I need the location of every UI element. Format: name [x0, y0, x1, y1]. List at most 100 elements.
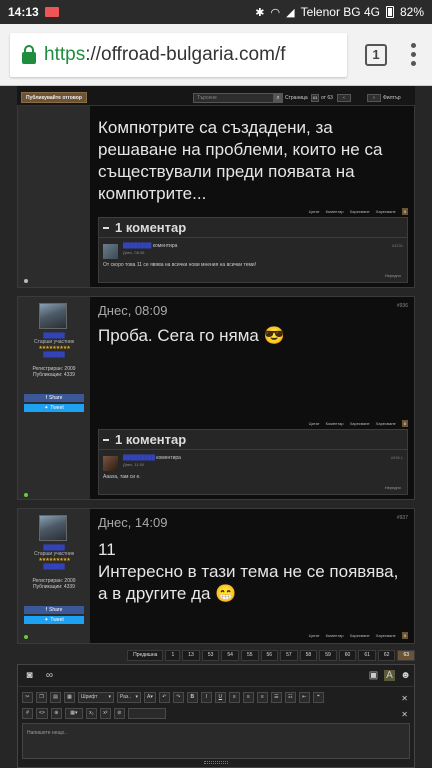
comments-header[interactable]: 1 коментар [99, 430, 407, 450]
like-button[interactable]: Харесване [376, 633, 396, 638]
wifi-icon: ◠ [270, 6, 281, 19]
comment-author[interactable]: ████████ коментира [123, 243, 177, 249]
lock-icon[interactable]: ▣ [368, 670, 379, 681]
copy-icon[interactable]: ❐ [36, 691, 47, 703]
url-text[interactable]: https://offroad-bulgaria.com/f [44, 44, 286, 66]
outdent-icon[interactable]: ⇤ [298, 691, 310, 703]
paste-icon[interactable]: ▤ [50, 691, 61, 703]
pager-page[interactable]: 56 [260, 650, 279, 661]
rank-stars: ★★★★★★★★★ [38, 345, 70, 351]
pager-page[interactable]: 61 [358, 650, 376, 661]
pager-page[interactable]: 54 [221, 650, 239, 661]
tab-switcher-button[interactable]: 1 [365, 43, 387, 66]
hashtag-icon[interactable]: # [22, 707, 33, 719]
extra-dropdown[interactable] [127, 707, 166, 719]
user-avatar[interactable] [39, 515, 67, 541]
undo-icon[interactable]: ↶ [158, 691, 170, 703]
search-icon[interactable]: ⌕ [273, 93, 283, 103]
link-icon[interactable]: ⊕ [50, 707, 62, 719]
user-avatar[interactable] [39, 303, 67, 329]
paste-text-icon[interactable]: ▦ [64, 691, 75, 703]
report-button[interactable]: Нередно [385, 273, 401, 278]
like-count: 0 [401, 419, 408, 427]
quote-button[interactable]: Цитат [309, 633, 320, 638]
next-page-button[interactable]: › [367, 94, 381, 102]
subscript-icon[interactable]: x₂ [85, 707, 97, 719]
table-icon[interactable]: ▦▾ [64, 707, 83, 719]
like-button[interactable]: Харесване [376, 209, 396, 214]
comment-button[interactable]: Коментар [326, 209, 344, 214]
page-number-input[interactable]: 63 [311, 94, 319, 102]
pager-page[interactable]: 13 [182, 650, 200, 661]
twitter-tweet-button[interactable]: ✦ Tweet [24, 616, 84, 624]
twitter-tweet-button[interactable]: ✦ Tweet [24, 404, 84, 412]
comment-button[interactable]: Коментар [326, 633, 344, 638]
facebook-share-button[interactable]: f Share [24, 394, 84, 402]
resize-handle[interactable] [204, 761, 228, 764]
pager-current-page[interactable]: 63 [397, 650, 415, 661]
emoji-icon[interactable]: ☻ [400, 670, 411, 681]
post-number[interactable]: #937 [397, 515, 408, 521]
pager-page[interactable]: 55 [240, 650, 259, 661]
comment-button[interactable]: Коментар [326, 421, 344, 426]
close-icon[interactable]: ✕ [401, 710, 408, 719]
italic-icon[interactable]: I [200, 691, 212, 703]
user-posts: Публикации: 4339 [33, 372, 75, 378]
align-center-icon[interactable]: ≡ [242, 691, 254, 703]
link-icon[interactable]: ∞ [44, 670, 55, 681]
pager-page[interactable]: 57 [280, 650, 298, 661]
comments-box: 1 коментар ████████ коментира Днес, 08:3… [98, 217, 408, 283]
underline-icon[interactable]: U [214, 691, 226, 703]
numbered-list-icon[interactable]: ☰ [270, 691, 282, 703]
align-right-icon[interactable]: ≡ [256, 691, 268, 703]
camera-icon[interactable]: ◙ [24, 670, 35, 681]
comment-author[interactable]: █████████ коментира [123, 455, 181, 461]
pager-prev-button[interactable]: Предишна [127, 650, 164, 661]
reply-editor: ◙ ∞ ▣ A ☻ ✂ ❐ ▤ ▦ Шрифт ▾ Раз.. ▾ A▾ ↶ ↷ B… [17, 664, 415, 768]
search-input[interactable]: Търсене [193, 93, 275, 103]
post-number[interactable]: #936 [397, 303, 408, 309]
facebook-share-button[interactable]: f Share [24, 606, 84, 614]
like-button[interactable]: Харесване [376, 421, 396, 426]
thanks-button[interactable]: Харесване [350, 633, 370, 638]
thanks-button[interactable]: Харесване [350, 209, 370, 214]
align-left-icon[interactable]: ≡ [228, 691, 240, 703]
close-icon[interactable]: ✕ [401, 694, 408, 703]
pager-page[interactable]: 60 [338, 650, 357, 661]
pager-page[interactable]: 53 [201, 650, 220, 661]
report-button[interactable]: Нередно [385, 485, 401, 490]
cut-icon[interactable]: ✂ [22, 691, 33, 703]
thanks-button[interactable]: Харесване [350, 421, 370, 426]
comment-number[interactable]: #3231 [392, 243, 403, 248]
reply-textarea[interactable]: Напишете нещо.. [22, 723, 410, 759]
overflow-menu-icon[interactable] [411, 43, 416, 66]
quote-icon[interactable]: ❝ [312, 691, 324, 703]
filter-dropdown[interactable]: Филтър [383, 95, 401, 101]
pager-page[interactable]: 62 [377, 650, 396, 661]
remove-format-icon[interactable]: ⊘ [113, 707, 125, 719]
quote-button[interactable]: Цитат [309, 421, 320, 426]
code-icon[interactable]: <> [36, 707, 48, 719]
prev-page-button[interactable]: ‹ [337, 94, 351, 102]
pager-page[interactable]: 59 [319, 650, 337, 661]
comment-time: Днес, 11:50 [123, 462, 145, 467]
pager-page[interactable]: 58 [299, 650, 318, 661]
superscript-icon[interactable]: x² [99, 707, 111, 719]
offline-indicator [24, 279, 28, 283]
font-dropdown[interactable]: Шрифт ▾ [78, 691, 114, 703]
comment-number[interactable]: #936.1 [391, 455, 403, 460]
bold-icon[interactable]: B [186, 691, 198, 703]
text-color-icon[interactable]: A▾ [144, 691, 156, 703]
post-reply-button[interactable]: Публикувайте отговор [21, 92, 87, 103]
pagination: Предишна 1 13 53 54 55 56 57 58 59 60 61… [127, 650, 415, 661]
font-color-icon[interactable]: A [384, 670, 395, 681]
bullet-list-icon[interactable]: ☷ [284, 691, 296, 703]
pager-page[interactable]: 1 [165, 650, 181, 661]
size-dropdown[interactable]: Раз.. ▾ [117, 691, 141, 703]
comments-header[interactable]: 1 коментар [99, 218, 407, 238]
address-bar[interactable]: https://offroad-bulgaria.com/f [10, 32, 347, 77]
user-pane [18, 89, 90, 287]
redo-icon[interactable]: ↷ [172, 691, 184, 703]
post-message: Проба. Сега го няма 😎 [98, 326, 285, 345]
quote-button[interactable]: Цитат [309, 209, 320, 214]
